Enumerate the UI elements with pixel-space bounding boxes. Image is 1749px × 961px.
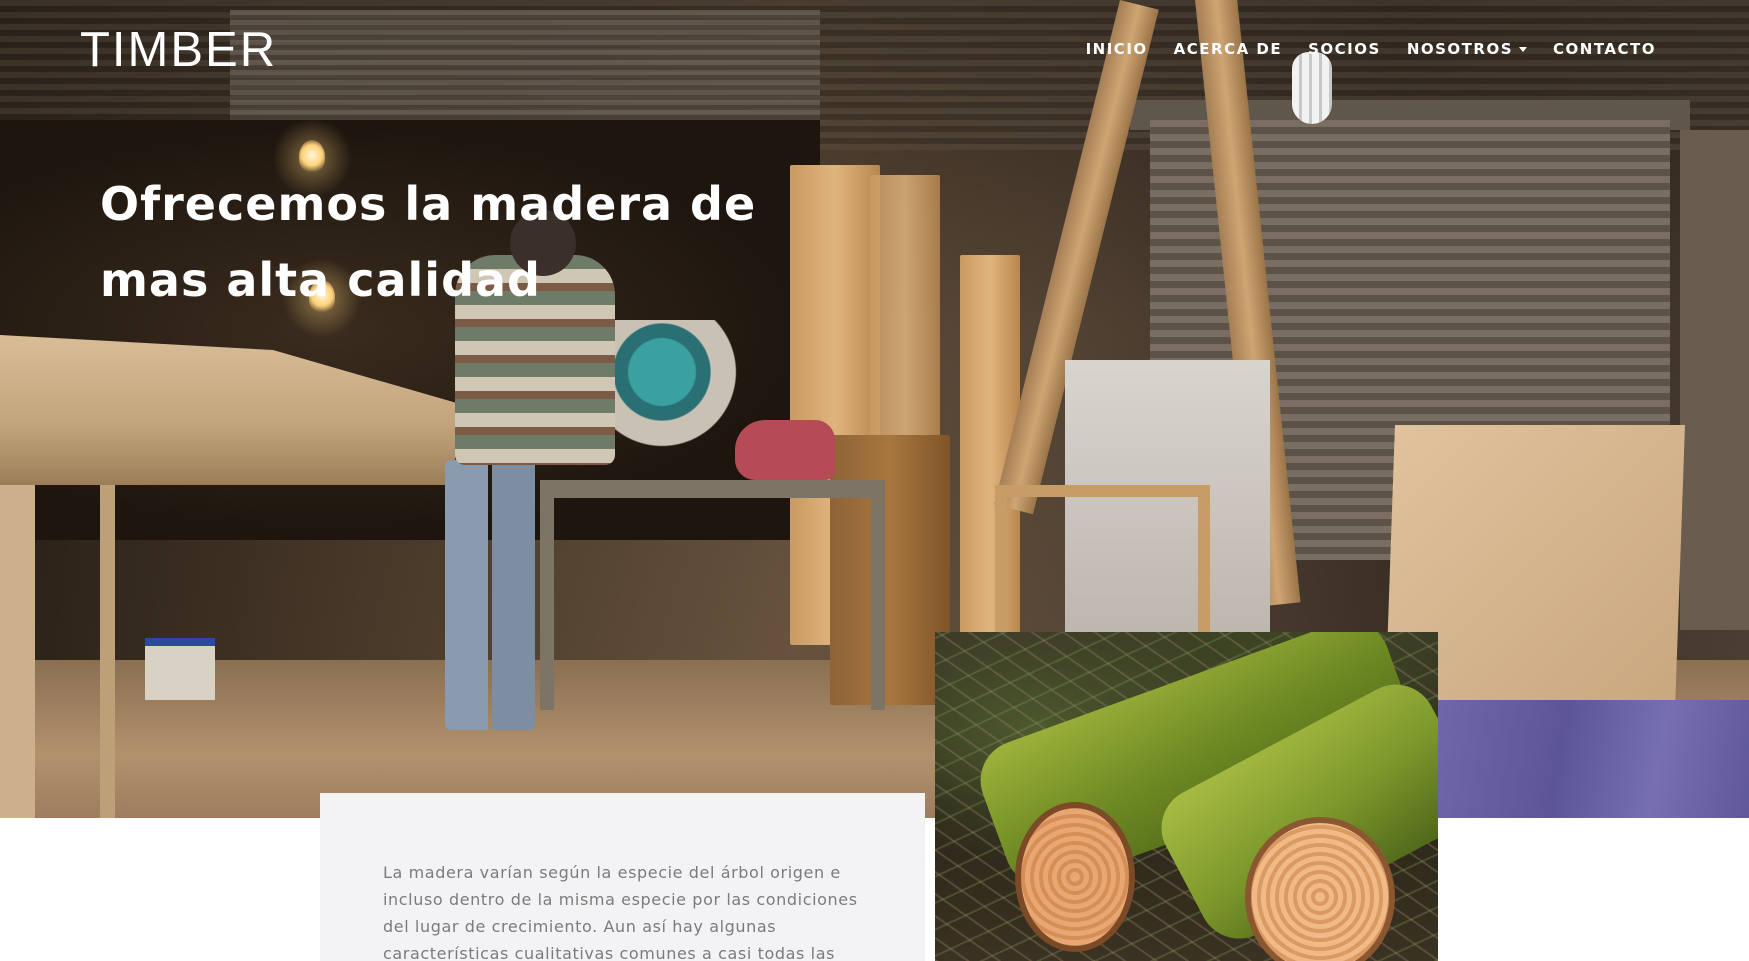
nav-item-contacto[interactable]: CONTACTO — [1553, 38, 1656, 60]
rolling-door — [230, 10, 820, 130]
about-card: La madera varían según la especie del ár… — [320, 793, 925, 961]
brand-logo[interactable]: TIMBER — [80, 22, 277, 78]
logs-image — [935, 632, 1438, 961]
nav-item-nosotros-label: NOSOTROS — [1406, 40, 1514, 58]
hero-title: Ofrecemos la madera de mas alta calidad — [100, 166, 780, 318]
purple-tarp — [1435, 700, 1749, 818]
red-cloth — [735, 420, 835, 480]
saw-table — [540, 480, 885, 710]
sawhorse — [995, 485, 1210, 635]
about-text: La madera varían según la especie del ár… — [383, 863, 858, 961]
nav-item-inicio[interactable]: INICIO — [1086, 38, 1148, 60]
worker-legs — [445, 460, 535, 730]
caret-down-icon — [1519, 47, 1528, 52]
nav-item-socios[interactable]: SOCIOS — [1308, 38, 1381, 60]
cfl-bulb-icon — [1292, 52, 1332, 124]
nav-item-nosotros[interactable]: NOSOTROS — [1406, 38, 1528, 60]
main-nav: INICIO ACERCA DE SOCIOS NOSOTROS CONTACT… — [1060, 38, 1656, 60]
nav-item-acerca-de[interactable]: ACERCA DE — [1174, 38, 1282, 60]
log-end-rings — [1015, 802, 1135, 952]
wall — [1680, 130, 1749, 630]
paint-can — [145, 638, 215, 700]
hero-title-line2: mas alta calidad — [100, 253, 541, 307]
hero-title-line1: Ofrecemos la madera de — [100, 177, 757, 231]
hero-background-image — [0, 0, 1749, 818]
